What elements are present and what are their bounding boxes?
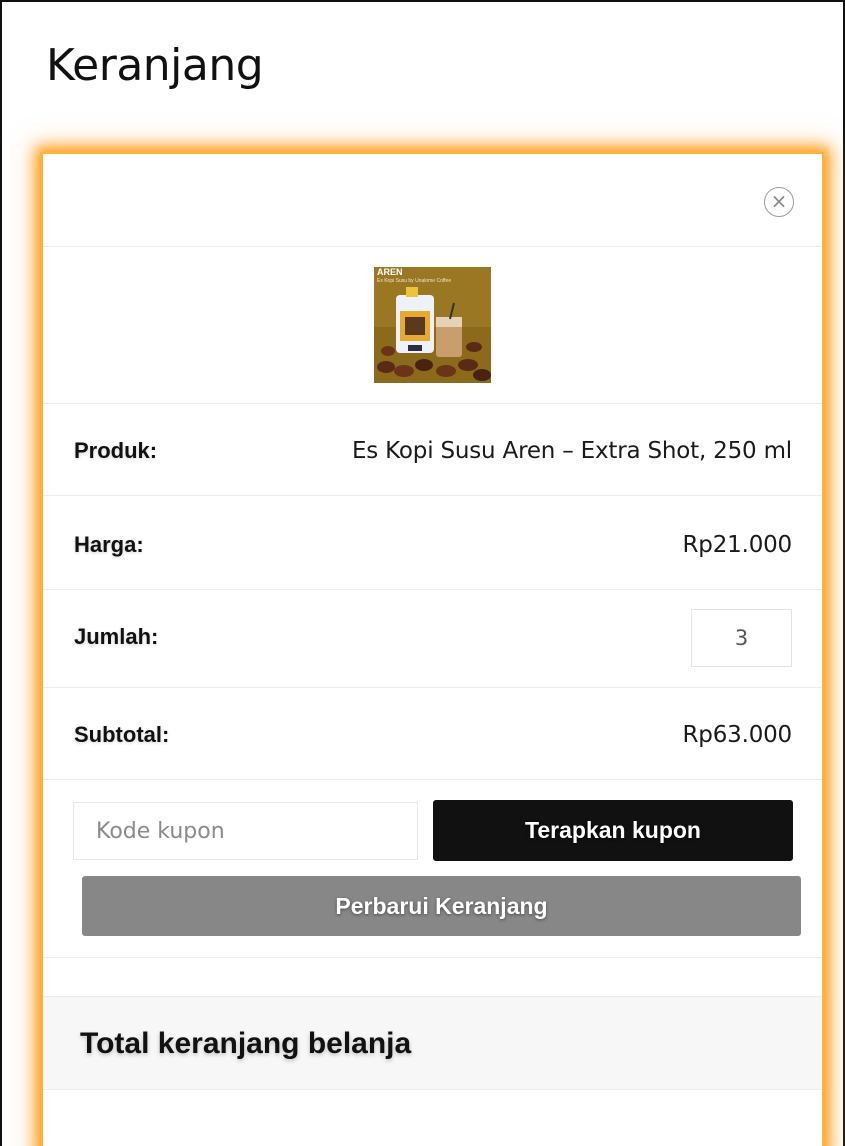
price-label: Harga: [74,532,144,557]
apply-coupon-button[interactable]: Terapkan kupon [433,800,793,861]
subtotal-row: Subtotal: Rp63.000 [43,688,822,780]
cart-item-card: × AREN Es Kopi Susu by Unalome Coffee Pr… [43,154,822,1146]
cart-totals-title: Total keranjang belanja [80,1027,412,1060]
quantity-input[interactable] [691,609,792,667]
subtotal-label: Subtotal: [74,722,170,747]
price-row: Harga: Rp21.000 [43,496,822,590]
cart-totals-header: Total keranjang belanja [43,996,822,1090]
product-image: AREN Es Kopi Susu by Unalome Coffee [374,267,491,383]
close-circle-icon: × [770,189,788,213]
subtotal-value: Rp63.000 [682,722,793,748]
cart-totals-body [43,1090,822,1146]
remove-item-button[interactable]: × [764,187,794,217]
coupon-code-input[interactable] [73,802,418,860]
update-cart-button[interactable]: Perbarui Keranjang [82,876,801,936]
quantity-label: Jumlah: [74,624,159,649]
price-value: Rp21.000 [682,532,793,558]
product-label: Produk: [74,438,158,463]
coupon-actions: Terapkan kupon Perbarui Keranjang [43,780,822,958]
product-thumbnail-row: AREN Es Kopi Susu by Unalome Coffee [43,247,822,404]
quantity-row: Jumlah: [43,590,822,688]
page-title: Keranjang [46,40,264,91]
product-name-link[interactable]: Es Kopi Susu Aren – Extra Shot, 250 ml [352,438,792,464]
remove-row: × [43,154,822,247]
product-image-heading: AREN [377,267,403,277]
product-thumbnail[interactable]: AREN Es Kopi Susu by Unalome Coffee [374,267,491,383]
product-row: Produk: Es Kopi Susu Aren – Extra Shot, … [43,404,822,496]
product-image-caption: Es Kopi Susu by Unalome Coffee [377,278,451,284]
